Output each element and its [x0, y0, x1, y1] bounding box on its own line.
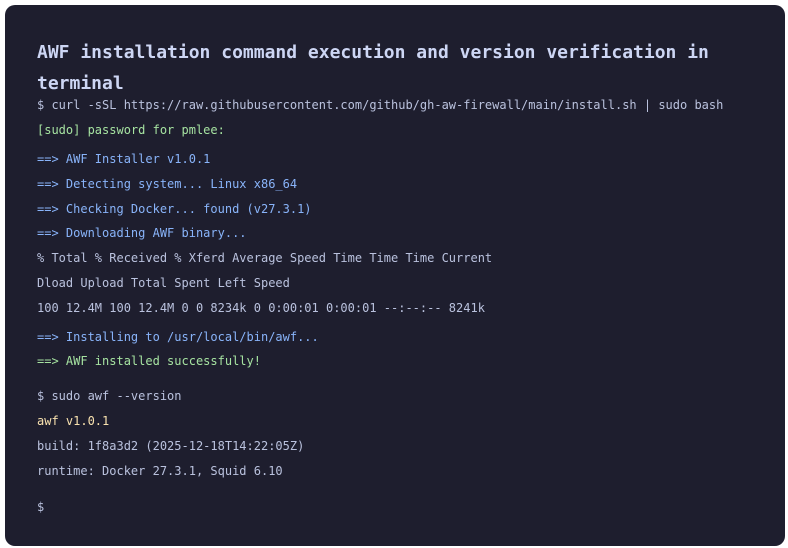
detect-system-line: ==> Detecting system... Linux x86_64 [37, 177, 298, 191]
installer-banner: ==> AWF Installer v1.0.1 [37, 152, 211, 166]
version-output: awf v1.0.1 [37, 414, 110, 428]
install-success-line: ==> AWF installed successfully! [37, 354, 261, 368]
terminal-window[interactable]: AWF installation command execution and v… [5, 5, 785, 546]
curl-header-line-1: % Total % Received % Xferd Average Speed… [37, 251, 493, 265]
download-line: ==> Downloading AWF binary... [37, 226, 247, 240]
curl-header-line-2: Dload Upload Total Spent Left Speed [37, 276, 290, 290]
page-title: AWF installation command execution and v… [37, 42, 709, 94]
runtime-info-line: runtime: Docker 27.3.1, Squid 6.10 [37, 464, 283, 478]
check-docker-line: ==> Checking Docker... found (v27.3.1) [37, 202, 312, 216]
curl-progress-line: 100 12.4M 100 12.4M 0 0 8234k 0 0:00:01 … [37, 301, 485, 315]
shell-prompt[interactable]: $ [37, 499, 44, 515]
install-command: $ curl -sSL https://raw.githubuserconten… [37, 98, 724, 112]
build-info-line: build: 1f8a3d2 (2025-12-18T14:22:05Z) [37, 439, 305, 453]
sudo-password-prompt: [sudo] password for pmlee: [37, 123, 225, 137]
version-command: $ sudo awf --version [37, 389, 182, 403]
installing-line: ==> Installing to /usr/local/bin/awf... [37, 330, 319, 344]
